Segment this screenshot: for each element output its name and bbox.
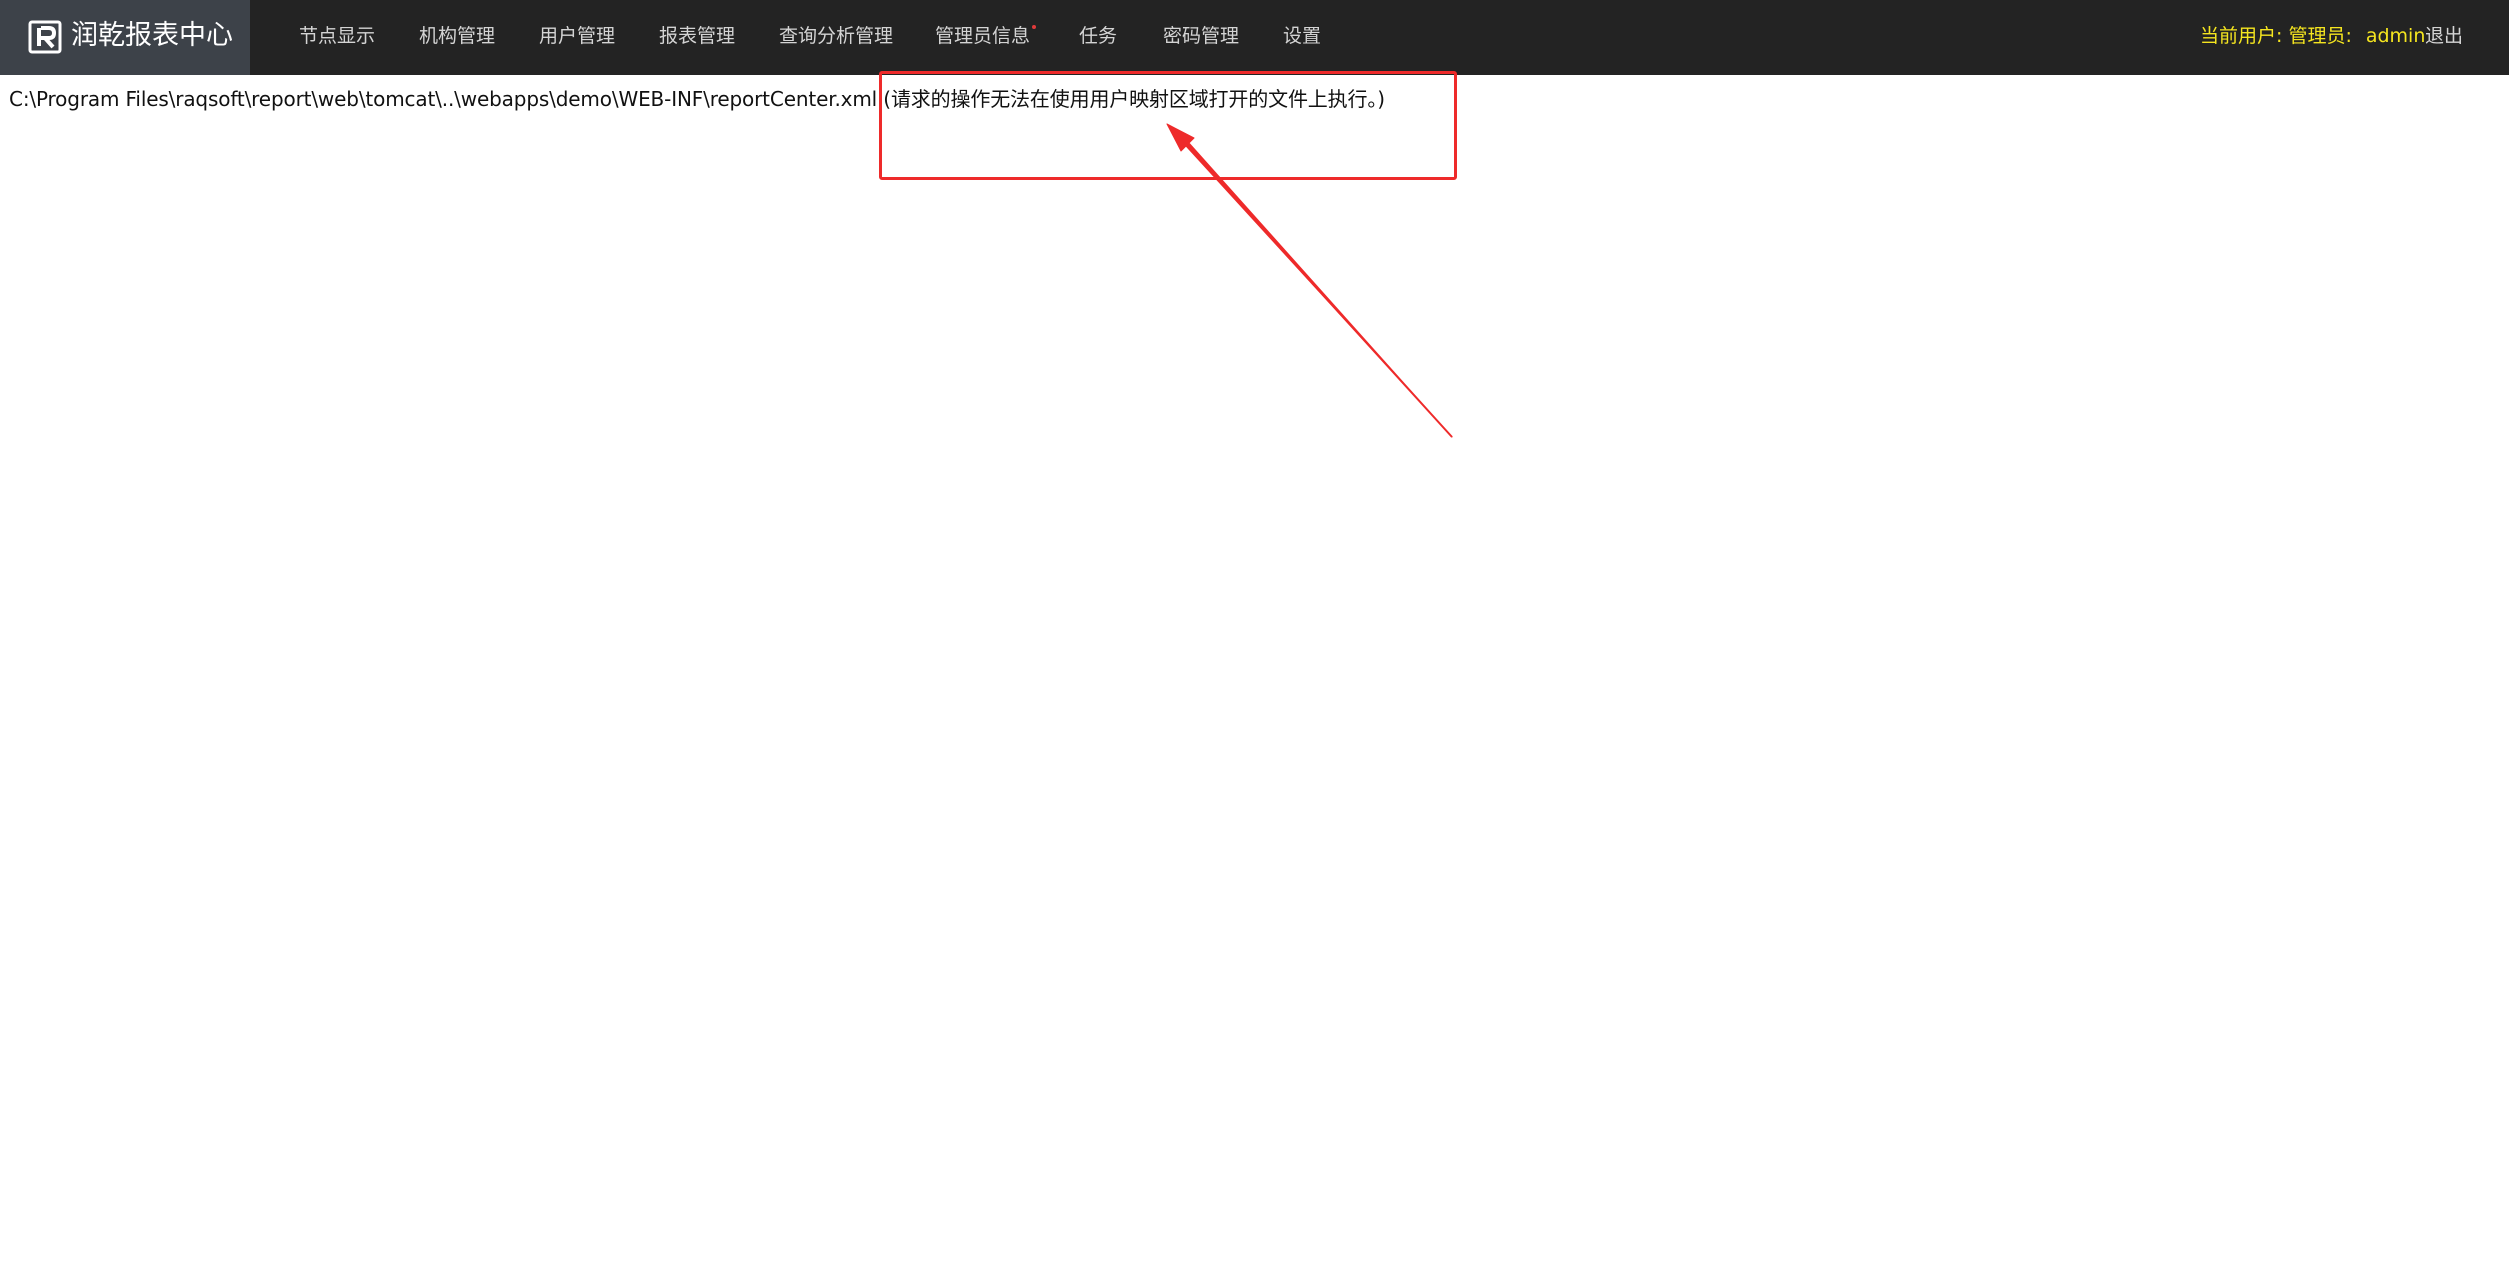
- annotation-highlight-box: [879, 71, 1457, 180]
- nav-item-node-display[interactable]: 节点显示: [299, 23, 375, 49]
- current-user-name[interactable]: admin: [2366, 25, 2426, 47]
- nav-item-settings[interactable]: 设置: [1283, 23, 1321, 49]
- logout-button[interactable]: 退出: [2425, 23, 2463, 49]
- current-user-info: 当前用户: 管理员: admin: [2200, 23, 2425, 49]
- nav-item-admin-info[interactable]: 管理员信息: [935, 23, 1037, 49]
- top-navigation-bar: 润乾报表中心 节点显示 机构管理 用户管理 报表管理 查询分析管理 管理员信息 …: [0, 0, 2509, 75]
- current-user-label: 当前用户: 管理员:: [2200, 25, 2352, 47]
- notification-dot: [1032, 25, 1037, 29]
- nav-item-admin-info-label: 管理员信息: [935, 25, 1031, 47]
- nav-item-tasks[interactable]: 任务: [1079, 23, 1117, 49]
- nav-item-organization-management[interactable]: 机构管理: [419, 23, 495, 49]
- nav-item-user-management[interactable]: 用户管理: [539, 23, 615, 49]
- nav-item-password-management[interactable]: 密码管理: [1163, 23, 1239, 49]
- annotation-arrow-icon: [1166, 123, 1453, 438]
- main-nav: 节点显示 机构管理 用户管理 报表管理 查询分析管理 管理员信息 任务 密码管理…: [0, 0, 2509, 75]
- nav-item-report-management[interactable]: 报表管理: [659, 23, 735, 49]
- nav-item-query-analysis-management[interactable]: 查询分析管理: [779, 23, 893, 49]
